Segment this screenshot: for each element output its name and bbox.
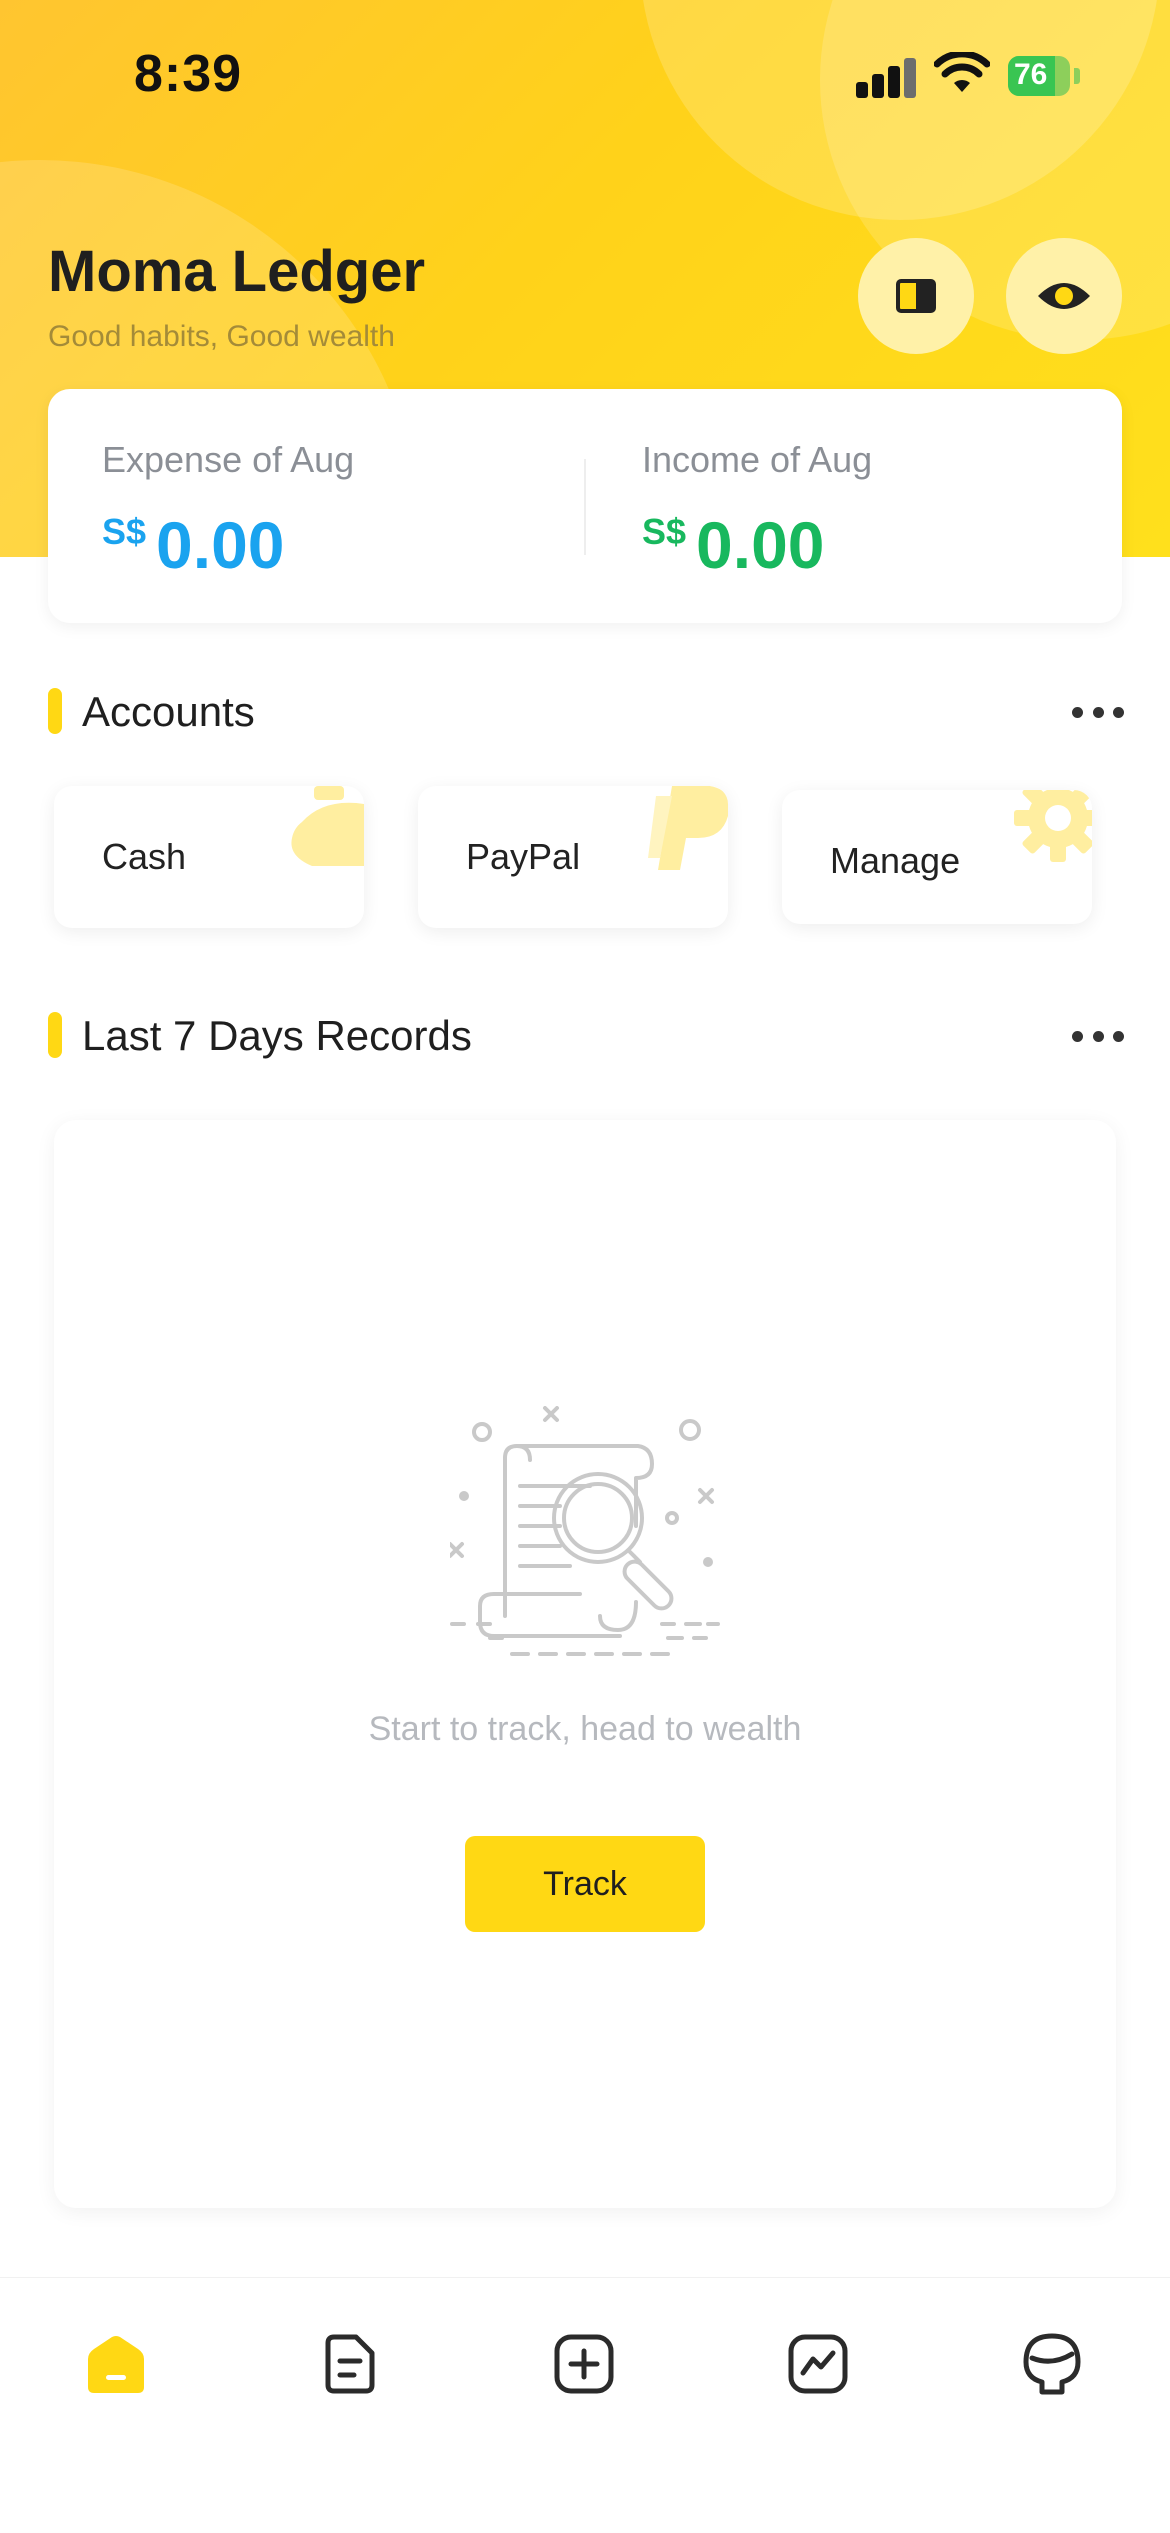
account-card-cash[interactable]: Cash: [54, 786, 364, 928]
records-more-button[interactable]: [1072, 1028, 1124, 1044]
wifi-icon: [934, 52, 990, 92]
app-subtitle: Good habits, Good wealth: [48, 320, 395, 353]
tab-records[interactable]: [312, 2326, 388, 2402]
tab-home[interactable]: [78, 2326, 154, 2402]
account-card-paypal[interactable]: PayPal: [418, 786, 728, 928]
expense-amount: S$ 0.00: [102, 507, 285, 583]
income-currency: S$: [642, 511, 687, 552]
chart-icon: [788, 2334, 848, 2394]
tab-stats[interactable]: [780, 2326, 856, 2402]
section-marker: [48, 688, 62, 734]
account-card-manage[interactable]: Manage: [782, 790, 1092, 924]
theme-toggle-button[interactable]: [858, 238, 974, 354]
account-label: Manage: [830, 840, 961, 881]
monthly-summary-card: Expense of Aug S$ 0.00 Income of Aug S$ 0.…: [48, 389, 1122, 623]
account-label: Cash: [102, 836, 187, 877]
track-button[interactable]: Track: [465, 1836, 705, 1932]
expense-currency: S$: [102, 511, 147, 552]
paypal-icon: [648, 786, 728, 870]
expense-label: Expense of Aug: [102, 439, 355, 480]
empty-records-text: Start to track, head to wealth: [368, 1710, 802, 1748]
document-icon: [325, 2334, 375, 2394]
income-value: 0.00: [696, 508, 825, 582]
eye-icon: [1038, 283, 1090, 309]
status-time: 8:39: [134, 45, 243, 103]
tab-profile[interactable]: [1014, 2326, 1090, 2402]
battery-level: 76: [1014, 58, 1048, 91]
cellular-signal-icon: [856, 56, 916, 98]
empty-records-illustration: [450, 1406, 720, 1656]
income-label: Income of Aug: [642, 439, 873, 480]
visibility-toggle-button[interactable]: [1006, 238, 1122, 354]
app-title: Moma Ledger: [48, 239, 426, 304]
records-title: Last 7 Days Records: [82, 1012, 472, 1059]
tab-add[interactable]: [546, 2326, 622, 2402]
theme-icon: [896, 279, 936, 313]
money-bag-icon: [291, 786, 364, 866]
gear-icon: [1014, 790, 1092, 862]
income-amount: S$ 0.00: [642, 507, 825, 583]
account-label: PayPal: [466, 836, 581, 877]
expense-value: 0.00: [156, 508, 285, 582]
battery-icon: 76: [1008, 56, 1070, 96]
add-icon: [554, 2334, 614, 2394]
home-icon: [88, 2336, 144, 2393]
accounts-more-button[interactable]: [1072, 704, 1124, 720]
battery-cap: [1074, 68, 1080, 84]
accounts-title: Accounts: [82, 688, 255, 735]
section-marker: [48, 1012, 62, 1058]
records-card: Start to track, head to wealth Track: [54, 1120, 1116, 2208]
bottom-tab-bar: [0, 2277, 1170, 2533]
profile-icon: [1023, 2333, 1081, 2395]
summary-divider: [584, 459, 586, 555]
